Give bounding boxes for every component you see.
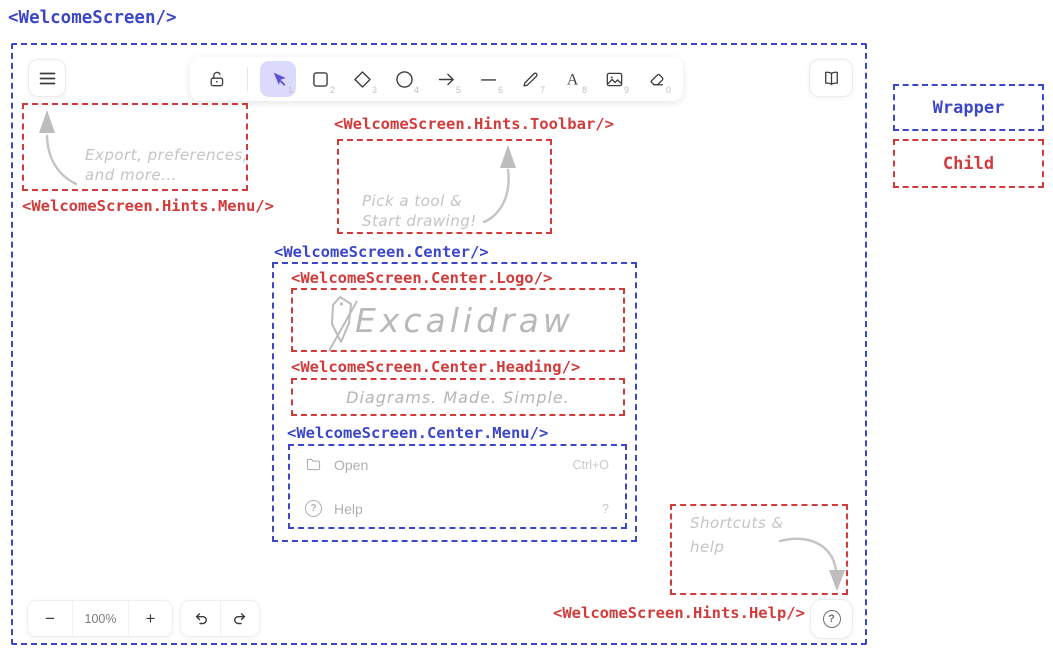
center-logo-label: <WelcomeScreen.Center.Logo/> — [291, 269, 552, 287]
eraser-icon — [646, 69, 667, 90]
excalidraw-logo-text: Excalidraw — [355, 301, 574, 340]
unlocked-padlock-icon — [207, 69, 228, 90]
help-button[interactable]: ? — [810, 599, 853, 639]
undo-redo-controls — [180, 600, 260, 637]
tool-shortcut-number: 2 — [330, 85, 335, 95]
library-button[interactable] — [809, 59, 853, 97]
tool-shortcut-number: 6 — [498, 85, 503, 95]
hints-toolbar-arrow — [474, 142, 522, 228]
tool-text[interactable]: A 8 — [554, 61, 590, 97]
tool-shortcut-number: 8 — [582, 85, 587, 95]
ellipse-icon — [394, 69, 415, 90]
legend-wrapper-label: Wrapper — [933, 98, 1005, 118]
svg-text:A: A — [566, 71, 578, 88]
hints-help-arrow — [770, 528, 850, 594]
question-circle-icon: ? — [823, 610, 841, 628]
zoom-out-button[interactable]: − — [28, 601, 72, 636]
open-book-icon — [821, 68, 842, 89]
hints-menu-label: <WelcomeScreen.Hints.Menu/> — [22, 197, 274, 215]
zoom-level-value: 100% — [85, 612, 117, 626]
lock-tool-button[interactable] — [199, 61, 235, 97]
tool-selection[interactable]: 1 — [260, 61, 296, 97]
menu-item-open[interactable]: Open Ctrl+O — [305, 456, 609, 473]
hints-help-text-line2: help — [690, 538, 724, 556]
tool-arrow[interactable]: 5 — [428, 61, 464, 97]
welcome-screen-label: <WelcomeScreen/> — [8, 8, 177, 28]
menu-item-help-label: Help — [334, 501, 590, 517]
undo-arrow-icon — [191, 609, 211, 629]
center-menu-box: Open Ctrl+O ? Help ? — [288, 444, 627, 529]
center-heading-box: Diagrams. Made. Simple. — [291, 378, 625, 416]
pencil-icon — [520, 69, 541, 90]
tool-shortcut-number: 1 — [288, 85, 293, 95]
hints-menu-text-line2: and more... — [85, 166, 177, 184]
legend-child-label: Child — [943, 154, 994, 174]
zoom-controls: − 100% + — [27, 600, 173, 637]
toolbar: 1 2 3 4 5 — [190, 57, 683, 101]
redo-arrow-icon — [230, 609, 250, 629]
tool-ellipse[interactable]: 4 — [386, 61, 422, 97]
hamburger-icon — [39, 72, 56, 85]
menu-item-help[interactable]: ? Help ? — [305, 500, 609, 517]
selection-cursor-icon — [268, 69, 289, 90]
legend-child-box: Child — [893, 139, 1044, 188]
menu-item-help-shortcut: ? — [602, 502, 609, 516]
toolbar-divider — [247, 67, 248, 91]
main-menu-button[interactable] — [28, 59, 66, 97]
center-heading-label: <WelcomeScreen.Center.Heading/> — [291, 358, 580, 376]
tool-draw[interactable]: 7 — [512, 61, 548, 97]
image-icon — [604, 69, 625, 90]
menu-item-open-shortcut: Ctrl+O — [573, 458, 609, 472]
line-icon — [478, 69, 499, 90]
hints-toolbar-text-line2: Start drawing! — [362, 212, 477, 230]
tool-diamond[interactable]: 3 — [344, 61, 380, 97]
center-menu-label: <WelcomeScreen.Center.Menu/> — [287, 424, 548, 442]
arrow-icon — [436, 69, 457, 90]
redo-button[interactable] — [220, 601, 259, 636]
folder-icon — [305, 456, 322, 473]
center-heading-text: Diagrams. Made. Simple. — [346, 388, 570, 407]
legend-wrapper-box: Wrapper — [893, 84, 1044, 131]
tool-shortcut-number: 0 — [666, 85, 671, 95]
tool-shortcut-number: 9 — [624, 85, 629, 95]
tool-rectangle[interactable]: 2 — [302, 61, 338, 97]
center-logo-box: Excalidraw — [291, 288, 625, 352]
hints-toolbar-text-line1: Pick a tool & — [362, 192, 462, 210]
hints-menu-text-line1: Export, preferences, — [85, 146, 248, 164]
undo-button[interactable] — [181, 601, 220, 636]
question-circle-icon: ? — [305, 500, 322, 517]
tool-shortcut-number: 4 — [414, 85, 419, 95]
hints-help-label: <WelcomeScreen.Hints.Help/> — [553, 604, 803, 622]
tool-line[interactable]: 6 — [470, 61, 506, 97]
menu-item-open-label: Open — [334, 457, 561, 473]
welcome-screen-doc-figure: <WelcomeScreen/> — [0, 0, 1053, 661]
tool-shortcut-number: 5 — [456, 85, 461, 95]
rectangle-icon — [310, 69, 331, 90]
hints-toolbar-label: <WelcomeScreen.Hints.Toolbar/> — [334, 115, 614, 133]
tool-shortcut-number: 3 — [372, 85, 377, 95]
minus-icon: − — [45, 609, 55, 629]
tool-eraser[interactable]: 0 — [638, 61, 674, 97]
center-label: <WelcomeScreen.Center/> — [274, 243, 489, 261]
zoom-level-button[interactable]: 100% — [72, 601, 128, 636]
zoom-in-button[interactable]: + — [128, 601, 172, 636]
diamond-icon — [352, 69, 373, 90]
plus-icon: + — [146, 609, 156, 629]
tool-image[interactable]: 9 — [596, 61, 632, 97]
text-icon: A — [562, 69, 583, 90]
tool-shortcut-number: 7 — [540, 85, 545, 95]
